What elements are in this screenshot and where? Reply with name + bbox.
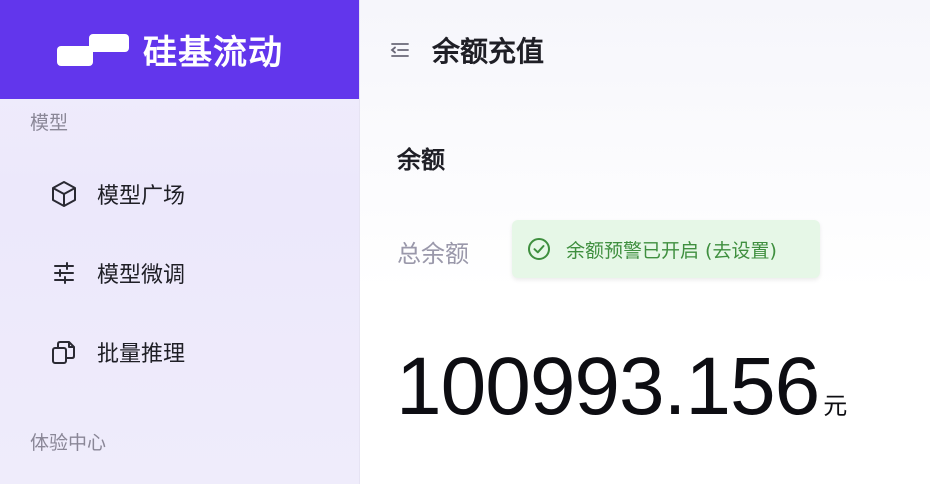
check-circle-icon: [528, 238, 550, 260]
batch-copy-icon: [47, 335, 81, 369]
total-balance-label: 总余额: [397, 240, 469, 268]
balance-amount: 100993.156: [396, 341, 820, 432]
sidebar-item-batch-inference[interactable]: 批量推理: [47, 335, 185, 369]
balance-alert-badge[interactable]: 余额预警已开启 (去设置): [512, 220, 820, 278]
section-label-experience: 体验中心: [30, 432, 107, 454]
sidebar-item-model-square[interactable]: 模型广场: [47, 177, 185, 211]
section-label-models: 模型: [30, 112, 69, 134]
balance-amount-row: 100993.156 元: [396, 340, 847, 434]
main-content: 余额充值 余额 总余额 余额预警已开启 (去设置) 100993.156 元: [360, 0, 930, 484]
brand-header[interactable]: 硅基流动: [0, 0, 359, 99]
brand-name: 硅基流动: [143, 33, 283, 73]
brand-logo-icon: [57, 33, 129, 66]
sidebar-item-label: 模型广场: [97, 184, 186, 209]
currency-unit: 元: [823, 392, 848, 420]
sidebar-item-fine-tune[interactable]: 模型微调: [47, 256, 185, 290]
balance-alert-text: 余额预警已开启 (去设置): [566, 239, 777, 262]
page-title: 余额充值: [432, 34, 545, 68]
sidebar-item-label: 批量推理: [97, 342, 186, 367]
sliders-icon: [47, 256, 81, 290]
sidebar-item-label: 模型微调: [97, 263, 186, 288]
topbar: 余额充值: [360, 0, 930, 99]
sidebar: 硅基流动 模型 模型广场 模型微调 批量推理 体验中心: [0, 0, 360, 484]
balance-heading: 余额: [397, 146, 445, 174]
cube-icon: [47, 177, 81, 211]
menu-collapse-icon[interactable]: [388, 38, 412, 62]
